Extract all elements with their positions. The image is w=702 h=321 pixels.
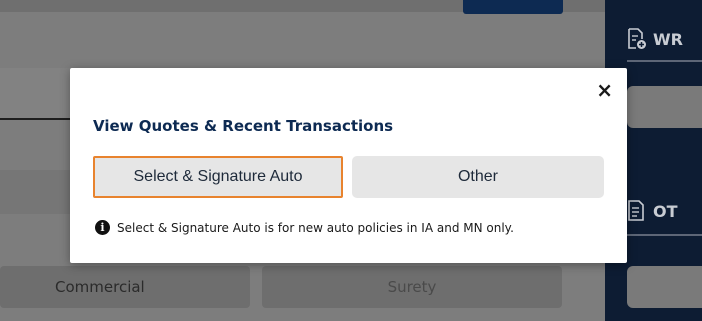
document-list-icon [627, 200, 647, 222]
sidebar-section-ot[interactable]: OT [627, 200, 678, 222]
select-signature-auto-label: Select & Signature Auto [133, 168, 303, 185]
tab-commercial[interactable]: Commercial [0, 266, 250, 308]
sidebar-section-ot-label: OT [653, 201, 678, 221]
other-button[interactable]: Other [352, 156, 604, 198]
info-text: Select & Signature Auto is for new auto … [117, 220, 514, 235]
tab-surety[interactable]: Surety [262, 266, 562, 308]
close-icon[interactable]: × [596, 80, 613, 100]
other-label: Other [457, 168, 498, 185]
sidebar-item-box[interactable] [627, 266, 702, 308]
tab-surety-label: Surety [387, 278, 437, 296]
sidebar-divider [627, 60, 702, 62]
modal-title: View Quotes & Recent Transactions [93, 117, 394, 135]
sidebar-section-wr-label: WR [653, 29, 683, 49]
info-note: i Select & Signature Auto is for new aut… [95, 220, 514, 235]
sidebar-section-wr[interactable]: WR [627, 28, 683, 50]
document-add-icon [627, 28, 647, 50]
top-bar-button[interactable] [463, 0, 563, 14]
sidebar-divider [627, 234, 702, 236]
quotes-modal: × View Quotes & Recent Transactions Sele… [70, 68, 627, 263]
sidebar-item-box[interactable] [627, 86, 702, 128]
info-icon: i [95, 220, 110, 235]
select-signature-auto-button[interactable]: Select & Signature Auto [93, 156, 343, 198]
tab-commercial-label: Commercial [55, 278, 145, 296]
